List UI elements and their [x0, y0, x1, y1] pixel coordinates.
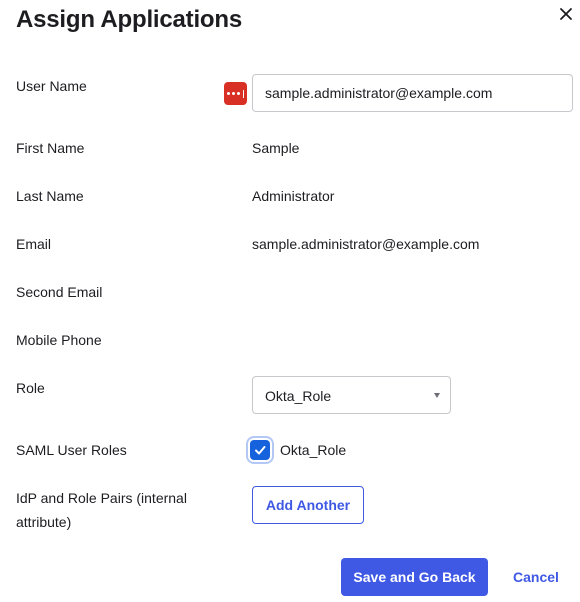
add-another-button[interactable]: Add Another — [252, 486, 364, 524]
role-select[interactable]: Okta_Role — [252, 376, 451, 414]
idp-role-pairs-label-line2: attribute) — [16, 514, 72, 530]
close-icon[interactable] — [556, 4, 576, 24]
checkmark-icon — [255, 446, 266, 455]
user-name-label: User Name — [16, 78, 87, 94]
role-select-value: Okta_Role — [265, 388, 332, 404]
cancel-button[interactable]: Cancel — [508, 558, 564, 596]
last-name-value: Administrator — [252, 188, 335, 204]
saml-user-roles-label: SAML User Roles — [16, 442, 127, 458]
idp-role-pairs-label-line1: IdP and Role Pairs (internal — [16, 490, 187, 506]
email-value: sample.administrator@example.com — [252, 236, 480, 252]
password-manager-icon[interactable] — [224, 82, 247, 105]
mobile-phone-label: Mobile Phone — [16, 332, 102, 348]
saml-role-option-label: Okta_Role — [280, 442, 347, 458]
first-name-value: Sample — [252, 140, 300, 156]
chevron-down-icon — [434, 393, 440, 398]
save-and-go-back-button[interactable]: Save and Go Back — [341, 558, 488, 596]
last-name-label: Last Name — [16, 188, 84, 204]
assign-applications-dialog: Assign Applications User Name First Name… — [0, 0, 580, 602]
user-name-input[interactable] — [252, 74, 573, 112]
second-email-label: Second Email — [16, 284, 103, 300]
first-name-label: First Name — [16, 140, 85, 156]
role-label: Role — [16, 380, 45, 396]
dialog-title: Assign Applications — [16, 6, 243, 33]
email-label: Email — [16, 236, 52, 252]
saml-role-checkbox[interactable] — [250, 440, 270, 460]
